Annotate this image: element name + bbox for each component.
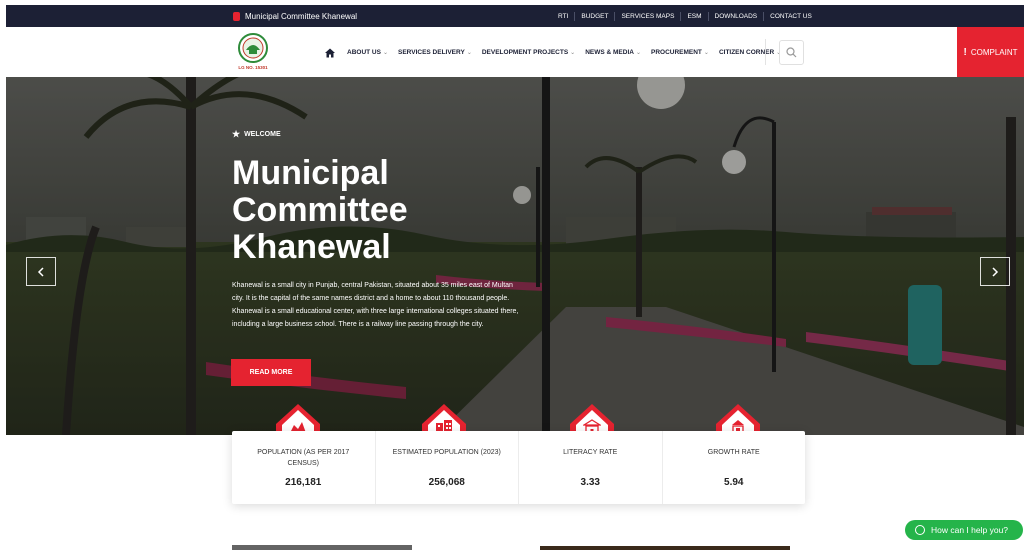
stat-value: 3.33 <box>580 477 600 488</box>
chevron-down-icon: ⌄ <box>466 49 472 56</box>
complaint-label: COMPLAINT <box>970 47 1018 57</box>
menu-item-about-us[interactable]: ABOUT US ⌄ <box>347 49 388 56</box>
site-name: Municipal Committee Khanewal <box>245 11 358 21</box>
section-image-partial <box>540 546 790 550</box>
menu-label: PROCUREMENT <box>650 48 702 56</box>
stat-label: POPULATION (AS PER 2017 CENSUS) <box>257 449 350 467</box>
exclamation-icon: ! <box>963 46 967 58</box>
section-heading-partial <box>232 545 412 550</box>
complaint-button[interactable]: ! COMPLAINT <box>957 27 1024 77</box>
whatsapp-icon <box>915 525 925 535</box>
main-nav: LG NO. 15301 ABOUT US ⌄ SERVICES DELIVERY… <box>6 27 1024 77</box>
primary-menu: ABOUT US ⌄ SERVICES DELIVERY ⌄ DEVELOPMENT… <box>347 27 791 77</box>
search-icon <box>786 47 797 58</box>
star-icon: ★ <box>232 129 241 139</box>
location-icon <box>233 11 240 21</box>
search-button[interactable] <box>779 40 804 65</box>
top-link-services-maps[interactable]: SERVICES MAPS <box>614 11 680 21</box>
chevron-left-icon <box>37 266 44 277</box>
stat-literacy-rate: LITERACY RATE 3.33 <box>518 431 662 504</box>
stat-growth-rate: GROWTH RATE 5.94 <box>661 431 806 504</box>
welcome-label: WELCOME <box>244 131 281 138</box>
menu-item-news-media[interactable]: NEWS & MEDIA ⌄ <box>585 49 641 56</box>
site-brand[interactable]: Municipal Committee Khanewal <box>233 5 357 27</box>
stat-value: 216,181 <box>285 477 322 488</box>
nav-divider <box>765 39 766 65</box>
logo-caption: LG NO. 15301 <box>238 65 268 70</box>
stats-card: POPULATION (AS PER 2017 CENSUS) 216,181 … <box>232 431 805 504</box>
menu-label: NEWS & MEDIA <box>585 48 634 56</box>
stat-label: ESTIMATED POPULATION (2023) <box>392 449 501 456</box>
hero-title: Municipal Committee Khanewal <box>232 154 408 266</box>
chevron-down-icon: ⌄ <box>382 49 388 56</box>
stat-value: 256,068 <box>428 477 465 488</box>
top-link-rti[interactable]: RTI <box>558 12 574 21</box>
top-link-downloads[interactable]: DOWNLOADS <box>707 11 764 21</box>
menu-label: ABOUT US <box>347 48 381 56</box>
whatsapp-help-button[interactable]: How can I help you? <box>905 520 1023 540</box>
menu-item-citizen-corner[interactable]: CITIZEN CORNER ⌄ <box>719 49 781 56</box>
hero-description: Khanewal is a small city in Punjab, cent… <box>232 282 519 328</box>
top-link-contact-us[interactable]: CONTACT US <box>763 11 818 21</box>
chevron-right-icon <box>992 266 999 277</box>
site-logo[interactable]: LG NO. 15301 <box>236 32 270 72</box>
stat-value: 5.94 <box>724 477 744 488</box>
menu-item-procurement[interactable]: PROCUREMENT ⌄ <box>651 49 709 56</box>
stat-label: LITERACY RATE <box>563 449 618 456</box>
top-bar: Municipal Committee Khanewal RTI BUDGET … <box>6 5 1024 27</box>
help-label: How can I help you? <box>931 525 1009 535</box>
read-more-button[interactable]: READ MORE <box>231 359 311 386</box>
slider-next-button[interactable] <box>980 257 1010 286</box>
page: Municipal Committee Khanewal RTI BUDGET … <box>0 0 1024 550</box>
stat-population: POPULATION (AS PER 2017 CENSUS) 216,181 <box>232 431 375 504</box>
hero-eyebrow: ★ WELCOME <box>232 129 281 140</box>
slider-prev-button[interactable] <box>26 257 56 286</box>
top-link-esm[interactable]: ESM <box>680 11 707 21</box>
menu-item-services-delivery[interactable]: SERVICES DELIVERY ⌄ <box>398 49 472 56</box>
hero-background-image <box>6 77 1024 435</box>
menu-label: SERVICES DELIVERY <box>397 48 465 56</box>
menu-label: DEVELOPMENT PROJECTS <box>481 48 569 56</box>
top-link-budget[interactable]: BUDGET <box>574 11 614 21</box>
hero-slider: ★ WELCOME Municipal Committee Khanewal K… <box>6 77 1024 435</box>
menu-item-development-projects[interactable]: DEVELOPMENT PROJECTS ⌄ <box>482 49 575 56</box>
top-links: RTI BUDGET SERVICES MAPS ESM DOWNLOADS C… <box>558 5 818 27</box>
chevron-down-icon: ⌄ <box>635 49 641 56</box>
stat-estimated-population: ESTIMATED POPULATION (2023) 256,068 <box>374 431 519 504</box>
chevron-down-icon: ⌄ <box>703 49 709 56</box>
chevron-down-icon: ⌄ <box>570 49 576 56</box>
stat-label: GROWTH RATE <box>707 449 760 456</box>
home-icon[interactable] <box>324 46 336 58</box>
